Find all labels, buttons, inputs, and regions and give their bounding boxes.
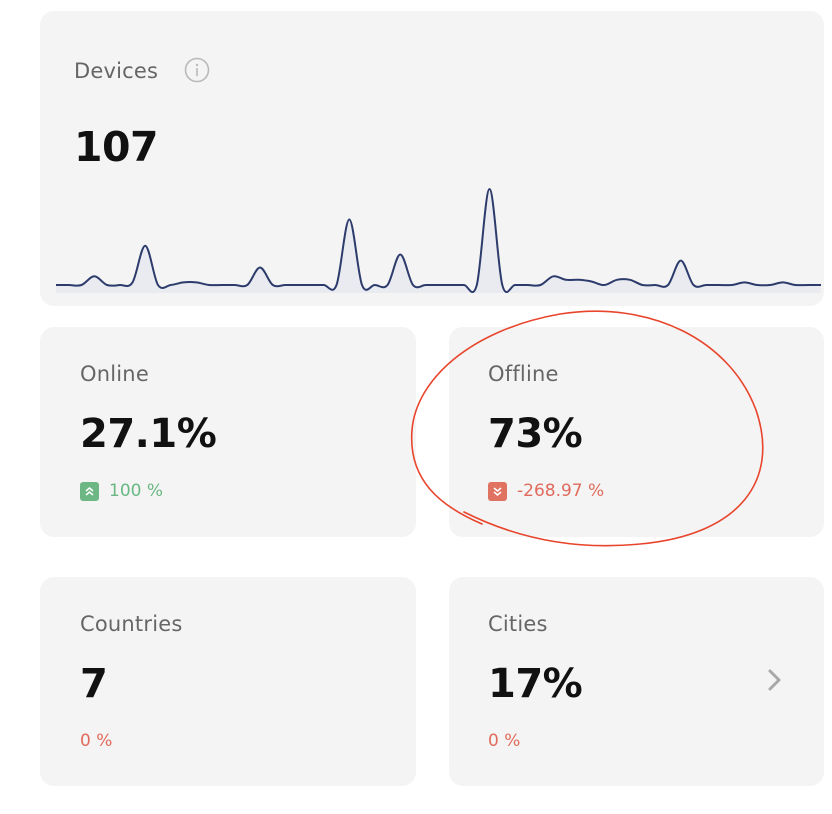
online-title: Online [80, 362, 149, 386]
countries-delta: 0 % [80, 731, 113, 751]
offline-delta: -268.97 % [488, 481, 604, 501]
countries-count: 7 [80, 661, 108, 707]
online-delta: 100 % [80, 481, 163, 501]
devices-count: 107 [74, 123, 159, 171]
online-card: Online 27.1% 100 % [40, 327, 416, 537]
devices-sparkline [56, 187, 821, 293]
devices-title: Devices [74, 59, 159, 83]
offline-percentage: 73% [488, 411, 583, 457]
info-icon[interactable] [184, 57, 210, 83]
chevron-right-icon[interactable] [765, 668, 785, 692]
offline-card: Offline 73% -268.97 % [449, 327, 824, 537]
countries-card: Countries 7 0 % [40, 577, 416, 786]
online-percentage: 27.1% [80, 411, 217, 457]
devices-card: Devices 107 [40, 11, 824, 306]
offline-title: Offline [488, 362, 559, 386]
double-chevron-down-icon [488, 481, 507, 501]
cities-title: Cities [488, 612, 548, 636]
double-chevron-up-icon [80, 481, 99, 501]
sparkline-line [56, 187, 821, 293]
sparkline-area [56, 189, 821, 293]
offline-delta-value: -268.97 % [517, 481, 605, 501]
cities-card[interactable]: Cities 17% 0 % [449, 577, 824, 786]
countries-title: Countries [80, 612, 183, 636]
cities-percentage: 17% [488, 661, 583, 707]
cities-delta: 0 % [488, 731, 521, 751]
online-delta-value: 100 % [109, 481, 164, 501]
